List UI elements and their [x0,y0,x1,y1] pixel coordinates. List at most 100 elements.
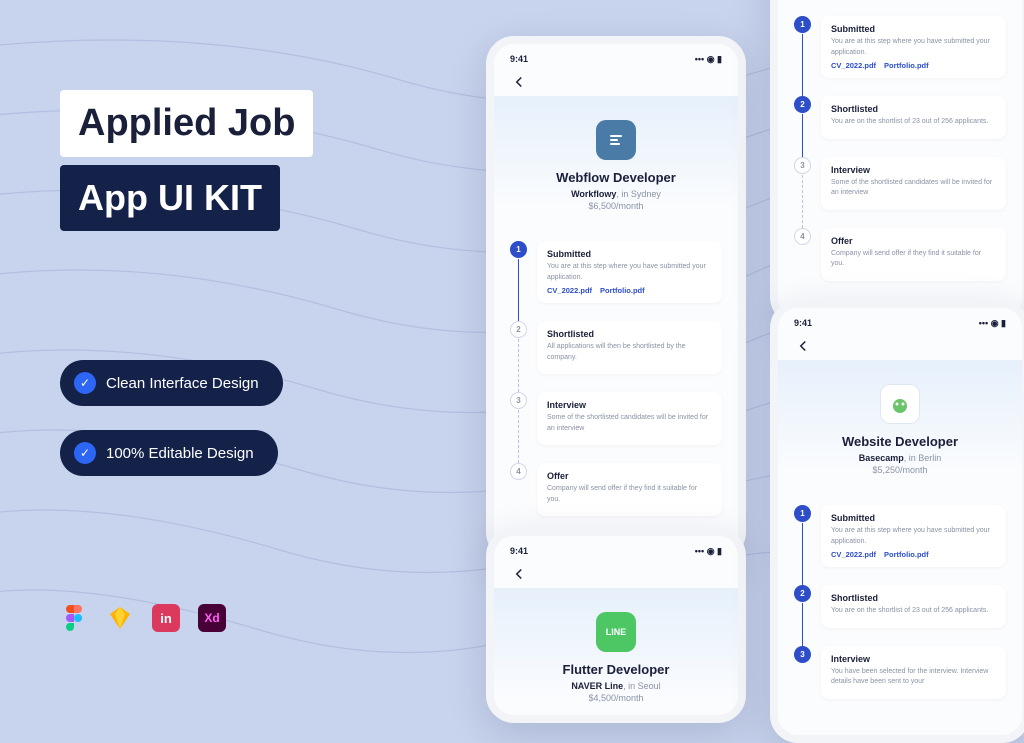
phone-mockup-1: 9:41 ••• ◉ ▮ Webflow Developer Workflowy… [486,36,746,560]
step-number: 4 [510,463,527,480]
job-title: Website Developer [794,434,1006,449]
figma-icon [60,604,88,632]
xd-icon: Xd [198,604,226,632]
step-number: 3 [794,157,811,174]
pill-label: 100% Editable Design [106,445,254,462]
promo-title-line2: App UI KIT [60,165,280,231]
status-icons: ••• ◉ ▮ [695,546,722,557]
timeline-step[interactable]: 3 Interview Some of the shortlisted candid… [510,392,722,463]
phone-mockup-2: 1 SubmittedYou are at this step where you… [770,0,1024,325]
step-desc: You are on the shortlist of 23 out of 25… [831,117,996,128]
timeline-step[interactable]: 4 Offer Company will send offer if they fi… [794,228,1006,299]
step-card: InterviewSome of the shortlisted candida… [821,157,1006,210]
status-bar: 9:41 ••• ◉ ▮ [778,308,1022,333]
phone-mockup-3: 9:41 ••• ◉ ▮ LINE Flutter Developer NAVE… [486,528,746,723]
step-desc: Some of the shortlisted candidates will … [547,413,712,434]
file-link[interactable]: CV_2022.pdf [831,61,876,70]
step-desc: Some of the shortlisted candidates will … [831,178,996,199]
sketch-icon [106,604,134,632]
step-title: Submitted [831,513,996,523]
company-logo [596,120,636,160]
invision-icon: in [152,604,180,632]
step-desc: Company will send offer if they find it … [831,249,996,270]
salary: $5,250/month [794,465,1006,475]
company-logo: LINE [596,612,636,652]
step-title: Shortlisted [831,104,996,114]
pill-label: Clean Interface Design [106,375,259,392]
file-link[interactable]: Portfolio.pdf [884,550,929,559]
step-title: Offer [547,471,712,481]
company-line: Basecamp, in Berlin [794,453,1006,463]
step-number: 4 [794,228,811,245]
job-title: Webflow Developer [510,170,722,185]
step-title: Shortlisted [831,593,996,603]
steps-timeline: 1 SubmittedYou are at this step where you… [778,487,1022,735]
step-title: Interview [547,400,712,410]
step-number: 1 [794,16,811,33]
company-logo [880,384,920,424]
job-header: Website Developer Basecamp, in Berlin $5… [778,360,1022,487]
step-number: 2 [510,321,527,338]
step-desc: You have been selected for the interview… [831,667,996,688]
steps-timeline: 1 SubmittedYou are at this step where you… [778,0,1022,317]
step-desc: You are on the shortlist of 23 out of 25… [831,606,996,617]
step-card: Shortlisted You are on the shortlist of 2… [821,585,1006,628]
step-card: Submitted You are at this step where you … [537,241,722,303]
feature-pill-2: ✓ 100% Editable Design [60,430,278,476]
back-icon[interactable] [794,337,812,355]
timeline-step[interactable]: 2 Shortlisted You are on the shortlist of … [794,585,1006,646]
step-number: 3 [794,646,811,663]
status-bar: 9:41 ••• ◉ ▮ [494,44,738,69]
step-files: CV_2022.pdf Portfolio.pdf [831,61,996,70]
step-number: 2 [794,96,811,113]
step-desc: You are at this step where you have subm… [547,262,712,283]
status-time: 9:41 [510,54,528,65]
feature-pill-1: ✓ Clean Interface Design [60,360,283,406]
file-link[interactable]: Portfolio.pdf [884,61,929,70]
company-line: Workflowy, in Sydney [510,189,722,199]
step-title: Submitted [547,249,712,259]
status-icons: ••• ◉ ▮ [979,318,1006,329]
job-header: Webflow Developer Workflowy, in Sydney $… [494,96,738,223]
check-icon: ✓ [74,372,96,394]
step-number: 3 [510,392,527,409]
step-card: Interview Some of the shortlisted candida… [537,392,722,445]
step-number: 1 [794,505,811,522]
steps-timeline: 1 Submitted You are at this step where you… [494,223,738,552]
timeline-step[interactable]: 1 SubmittedYou are at this step where you… [794,505,1006,585]
tool-icons-row: in Xd [60,604,226,632]
phone-mockup-4: 9:41 ••• ◉ ▮ Website Developer Basecamp,… [770,300,1024,743]
job-title: Flutter Developer [510,662,722,677]
back-icon[interactable] [510,565,528,583]
step-title: Offer [831,236,996,246]
back-icon[interactable] [510,73,528,91]
timeline-step[interactable]: 1 SubmittedYou are at this step where you… [794,16,1006,96]
step-card: SubmittedYou are at this step where you … [821,16,1006,78]
step-desc: Company will send offer if they find it … [547,484,712,505]
step-card: Shortlisted You are on the shortlist of 2… [821,96,1006,139]
step-number: 1 [510,241,527,258]
promo-title-line1: Applied Job [60,90,313,157]
company-line: NAVER Line, in Seoul [510,681,722,691]
salary: $6,500/month [510,201,722,211]
timeline-step[interactable]: 3 InterviewYou have been selected for the… [794,646,1006,717]
file-link[interactable]: CV_2022.pdf [831,550,876,559]
step-card: ShortlistedAll applications will then be… [537,321,722,374]
step-card: SubmittedYou are at this step where you … [821,505,1006,567]
timeline-step[interactable]: 2 Shortlisted You are on the shortlist of … [794,96,1006,157]
timeline-step[interactable]: 1 Submitted You are at this step where you… [510,241,722,321]
timeline-step[interactable]: 3 InterviewSome of the shortlisted candid… [794,157,1006,228]
file-link[interactable]: Portfolio.pdf [600,286,645,295]
timeline-step[interactable]: 4 Offer Company will send offer if they fi… [510,463,722,534]
status-time: 9:41 [794,318,812,329]
status-icons: ••• ◉ ▮ [695,54,722,65]
status-time: 9:41 [510,546,528,557]
check-icon: ✓ [74,442,96,464]
job-header: LINE Flutter Developer NAVER Line, in Se… [494,588,738,715]
step-card: Offer Company will send offer if they fin… [821,228,1006,281]
status-bar: 9:41 ••• ◉ ▮ [494,536,738,561]
step-number: 2 [794,585,811,602]
timeline-step[interactable]: 2 ShortlistedAll applications will then b… [510,321,722,392]
file-link[interactable]: CV_2022.pdf [547,286,592,295]
step-card: InterviewYou have been selected for the … [821,646,1006,699]
